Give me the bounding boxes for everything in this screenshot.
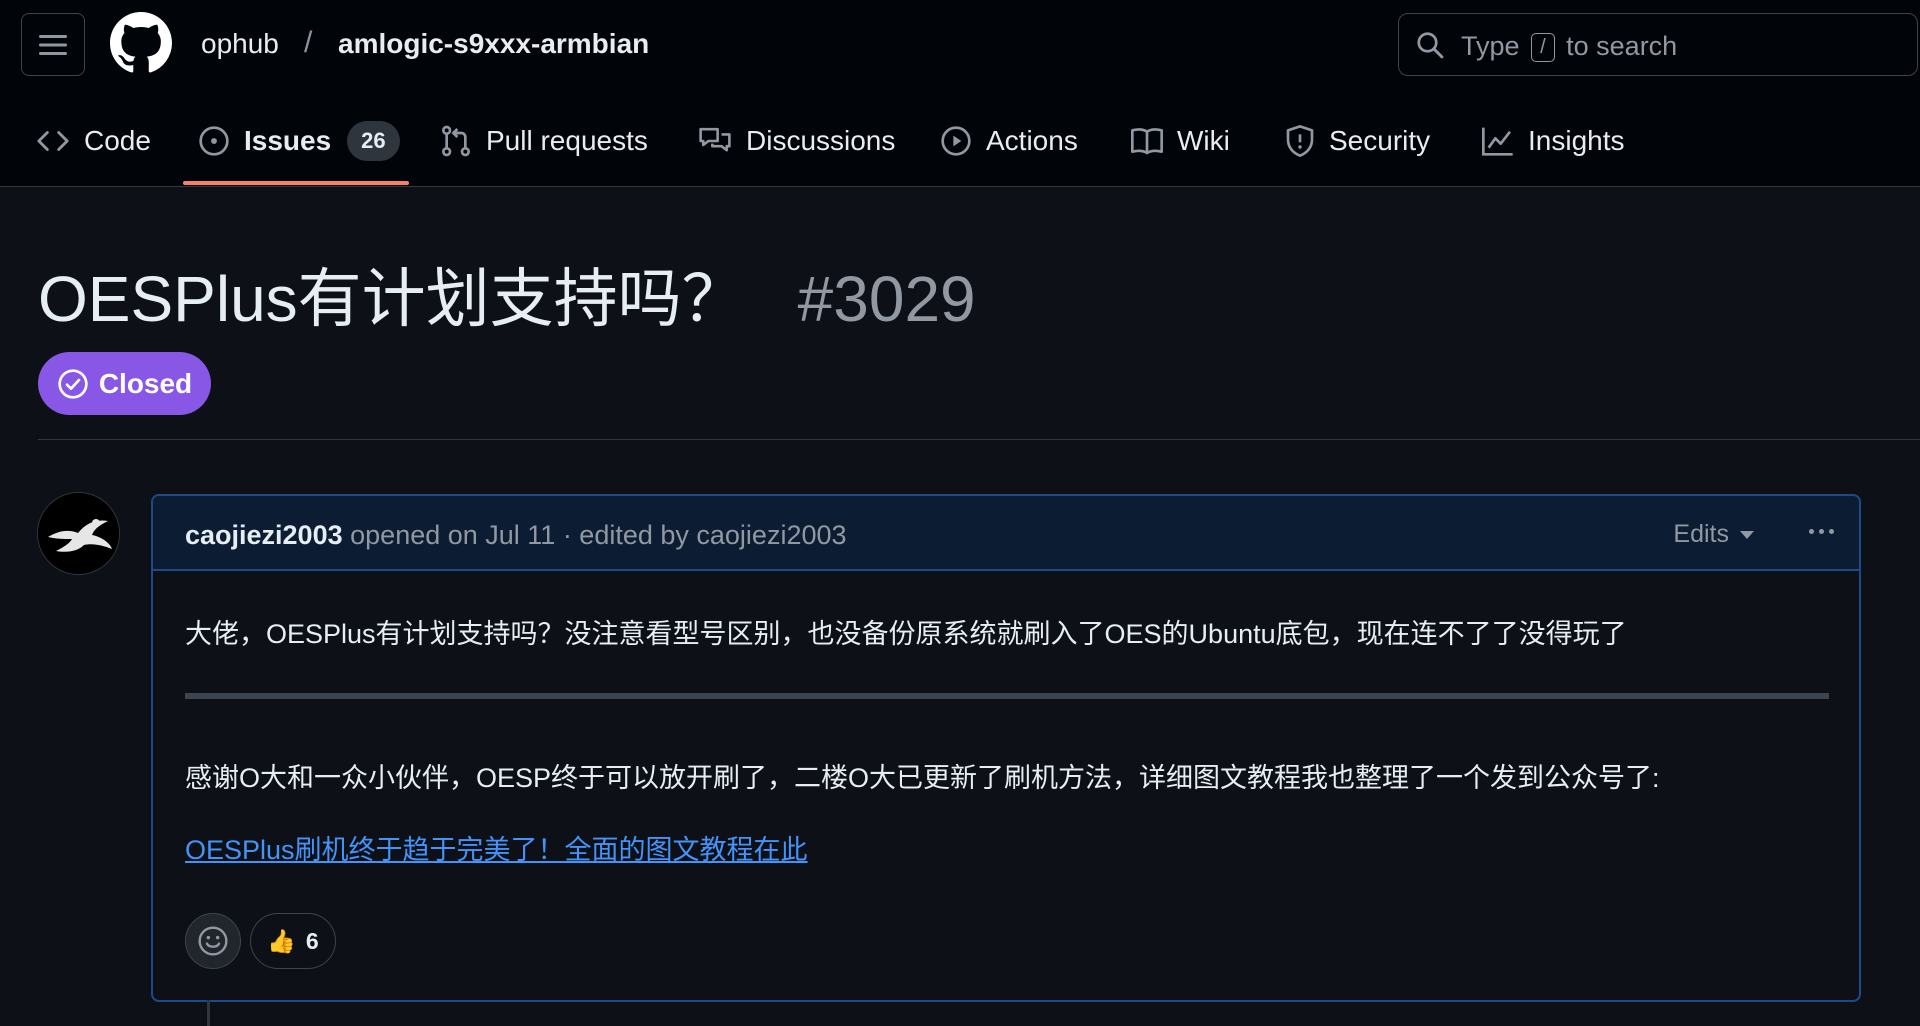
- tab-discussions-label: Discussions: [746, 125, 896, 156]
- menu-button[interactable]: [21, 13, 85, 76]
- comment-author[interactable]: caojiezi2003: [185, 520, 343, 550]
- timeline-connector: [207, 1000, 210, 1026]
- issues-count-badge: 26: [347, 121, 400, 161]
- repo-name-link[interactable]: amlogic-s9xxx-armbian: [338, 28, 649, 60]
- tab-security[interactable]: Security: [1285, 105, 1430, 177]
- repo-owner-link[interactable]: ophub: [201, 28, 279, 60]
- smiley-icon: [198, 926, 228, 956]
- kebab-dot-icon: [1818, 528, 1824, 534]
- hamburger-icon: [39, 34, 67, 55]
- tab-pull-requests[interactable]: Pull requests: [440, 105, 648, 177]
- tab-insights[interactable]: Insights: [1482, 105, 1625, 177]
- tab-actions-label: Actions: [986, 125, 1078, 156]
- issue-state-badge: Closed: [38, 352, 211, 415]
- book-icon: [1131, 128, 1163, 155]
- tab-security-label: Security: [1329, 125, 1431, 156]
- tab-insights-label: Insights: [1528, 125, 1625, 156]
- edits-dropdown[interactable]: Edits: [1673, 520, 1755, 549]
- comment-header: caojiezi2003 opened on Jul 11 · edited b…: [153, 496, 1859, 571]
- tab-discussions[interactable]: Discussions: [698, 105, 895, 177]
- avatar[interactable]: [37, 492, 120, 575]
- github-logo-icon[interactable]: [110, 12, 172, 74]
- comment-paragraph-2: 感谢O大和一众小伙伴，OESP终于可以放开刷了，二楼O大已更新了刷机方法，详细图…: [185, 763, 1660, 793]
- play-icon: [941, 126, 971, 156]
- active-tab-underline: [183, 181, 409, 185]
- add-reaction-button[interactable]: [185, 913, 241, 969]
- tab-code-label: Code: [84, 125, 151, 156]
- code-icon: [37, 131, 69, 151]
- thumbs-up-icon: 👍: [267, 927, 296, 954]
- tab-issues-label: Issues: [244, 125, 332, 156]
- comment-paragraph-1: 大佬，OESPlus有计划支持吗？没注意看型号区别，也没备份原系统就刷入了OES…: [185, 619, 1627, 649]
- breadcrumb-separator: /: [304, 26, 313, 59]
- comment-meta-text: opened on Jul 11 · edited by caojiezi200…: [350, 520, 847, 550]
- issue-title-text: OESPlus有计划支持吗？: [38, 263, 746, 335]
- git-pull-request-icon: [442, 125, 470, 157]
- issue-comment: caojiezi2003 opened on Jul 11 · edited b…: [151, 494, 1861, 1002]
- comment-options-button[interactable]: [1801, 516, 1841, 546]
- edits-label: Edits: [1673, 520, 1729, 548]
- tab-issues[interactable]: Issues 26: [198, 105, 400, 177]
- search-placeholder: Type / to search: [1461, 31, 1677, 62]
- issue-number: #3029: [797, 263, 976, 335]
- thumbs-up-reaction-button[interactable]: 👍 6: [250, 913, 336, 969]
- kebab-dot-icon: [1828, 528, 1834, 534]
- tab-wiki[interactable]: Wiki: [1131, 105, 1230, 177]
- tab-wiki-label: Wiki: [1177, 125, 1230, 156]
- search-shortcut-key: /: [1531, 33, 1555, 62]
- app-header: ophub / amlogic-s9xxx-armbian Type / to …: [0, 0, 1920, 187]
- header-divider: [38, 439, 1920, 440]
- avatar-image: [38, 493, 119, 574]
- comment-discussion-icon: [699, 127, 731, 152]
- search-suffix: to search: [1566, 31, 1678, 61]
- tutorial-link[interactable]: OESPlus刷机终于趋于完美了！全面的图文教程在此: [185, 828, 808, 867]
- kebab-dot-icon: [1808, 528, 1814, 534]
- search-prefix: Type: [1461, 31, 1520, 61]
- repo-nav-tabs: Code Issues 26 Pull requests Discussions…: [0, 105, 1920, 187]
- triangle-down-icon: [1740, 530, 1754, 539]
- tab-code[interactable]: Code: [36, 105, 151, 177]
- comment-meta: caojiezi2003 opened on Jul 11 · edited b…: [185, 520, 847, 551]
- tab-pull-requests-label: Pull requests: [486, 125, 648, 156]
- issue-title: OESPlus有计划支持吗？ #3029: [38, 248, 976, 340]
- search-icon: [1417, 32, 1444, 59]
- search-input[interactable]: Type / to search: [1398, 13, 1918, 76]
- reaction-count: 6: [305, 927, 319, 954]
- tab-actions[interactable]: Actions: [940, 105, 1078, 177]
- check-circle-icon: [58, 368, 88, 399]
- issue-opened-icon: [199, 126, 229, 156]
- graph-icon: [1482, 127, 1513, 156]
- issue-state-label: Closed: [98, 367, 193, 399]
- comment-horizontal-rule: [185, 693, 1829, 699]
- shield-icon: [1286, 125, 1314, 157]
